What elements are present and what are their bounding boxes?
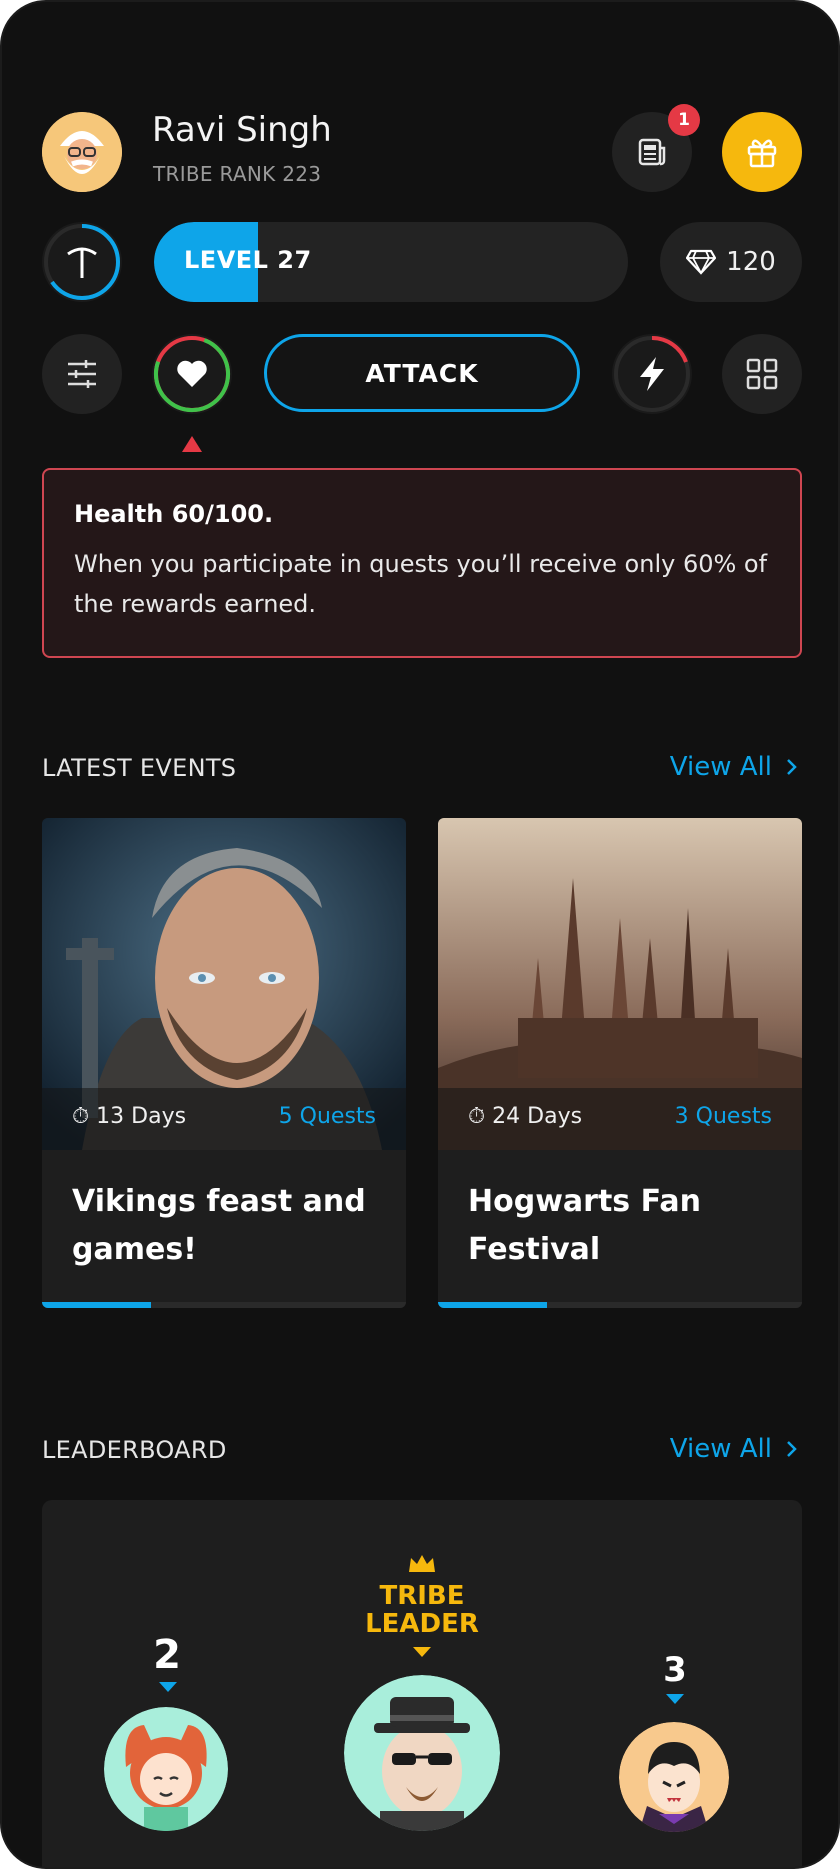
user-name: Ravi Singh — [152, 110, 332, 150]
event-progress-track — [438, 1302, 802, 1308]
notification-badge: 1 — [668, 104, 700, 136]
tool-button[interactable] — [42, 222, 122, 302]
event-progress-bar — [42, 1302, 152, 1308]
health-notice-body: When you participate in quests you’ll re… — [74, 550, 768, 618]
sliders-icon — [68, 360, 96, 388]
vampire-avatar-icon — [619, 1722, 729, 1832]
news-button[interactable]: 1 — [612, 104, 700, 192]
level-label: LEVEL 27 — [184, 246, 312, 274]
fox-girl-avatar-icon — [104, 1707, 228, 1831]
gift-icon — [747, 139, 777, 168]
event-quests: 5 Quests — [278, 1104, 376, 1129]
app-screen: Ravi Singh TRIBE RANK 223 1 LEVEL 27 120… — [0, 0, 840, 1869]
event-progress-bar — [438, 1302, 548, 1308]
event-card[interactable]: ⏱ 24 Days 3 Quests Hogwarts Fan Festival — [438, 818, 802, 1308]
event-duration: ⏱ 24 Days — [468, 1104, 582, 1129]
gift-button[interactable] — [722, 112, 802, 192]
event-days: 13 Days — [96, 1104, 187, 1129]
event-title: Hogwarts Fan Festival — [468, 1184, 701, 1267]
rank-three-number: 3 — [663, 1650, 687, 1690]
events-section-title: LATEST EVENTS — [42, 754, 237, 782]
tooltip-pointer — [182, 436, 202, 452]
event-days: 24 Days — [492, 1104, 583, 1129]
gems-value: 120 — [726, 247, 776, 277]
chevron-right-icon — [787, 1441, 797, 1457]
stopwatch-icon: ⏱ — [468, 1104, 486, 1129]
leaderboard-section-title: LEADERBOARD — [42, 1436, 227, 1464]
tribe-leader-line2: LEADER — [365, 1609, 479, 1639]
heart-icon — [177, 360, 207, 387]
events-view-all-label: View All — [669, 752, 772, 782]
leaderboard-view-all-label: View All — [669, 1434, 772, 1464]
rank-three-marker — [666, 1694, 684, 1704]
menu-grid-button[interactable] — [722, 334, 802, 414]
health-button[interactable] — [152, 334, 232, 414]
santa-avatar-icon — [42, 112, 122, 192]
newspaper-icon — [638, 138, 666, 166]
health-notice: Health 60/100. When you participate in q… — [42, 468, 802, 658]
event-card[interactable]: ⏱ 13 Days 5 Quests Vikings feast and gam… — [42, 818, 406, 1308]
energy-button[interactable] — [612, 334, 692, 414]
rank-two-marker — [159, 1682, 177, 1692]
stopwatch-icon: ⏱ — [72, 1104, 90, 1129]
diamond-icon — [686, 249, 717, 275]
attack-button[interactable]: ATTACK — [264, 334, 580, 412]
settings-button[interactable] — [42, 334, 122, 414]
event-quests: 3 Quests — [674, 1104, 772, 1129]
event-meta: ⏱ 13 Days 5 Quests — [42, 1088, 406, 1150]
rank-two-number: 2 — [153, 1632, 181, 1678]
level-progress-bar: LEVEL 27 — [154, 222, 628, 302]
tribe-rank: TRIBE RANK 223 — [153, 162, 322, 186]
crown-icon — [409, 1555, 435, 1572]
leaderboard-view-all-link[interactable]: View All — [670, 1434, 798, 1464]
event-meta: ⏱ 24 Days 3 Quests — [438, 1088, 802, 1150]
rank-three-avatar[interactable] — [619, 1722, 729, 1832]
grid-icon — [746, 358, 778, 390]
event-progress-track — [42, 1302, 406, 1308]
user-avatar[interactable] — [42, 112, 122, 192]
gems-balance[interactable]: 120 — [660, 222, 802, 302]
hat-sunglasses-avatar-icon — [344, 1675, 500, 1831]
event-duration: ⏱ 13 Days — [72, 1104, 186, 1129]
pickaxe-icon — [67, 247, 97, 278]
tribe-leader-label: TRIBE LEADER — [342, 1582, 502, 1638]
leader-marker — [413, 1647, 431, 1657]
lightning-icon — [640, 357, 664, 391]
chevron-right-icon — [787, 759, 797, 775]
events-view-all-link[interactable]: View All — [670, 752, 798, 782]
tribe-leader-line1: TRIBE — [379, 1581, 465, 1611]
health-notice-title: Health 60/100. — [74, 500, 274, 528]
event-title: Vikings feast and games! — [72, 1184, 366, 1267]
leader-avatar[interactable] — [344, 1675, 500, 1831]
rank-two-avatar[interactable] — [104, 1707, 228, 1831]
